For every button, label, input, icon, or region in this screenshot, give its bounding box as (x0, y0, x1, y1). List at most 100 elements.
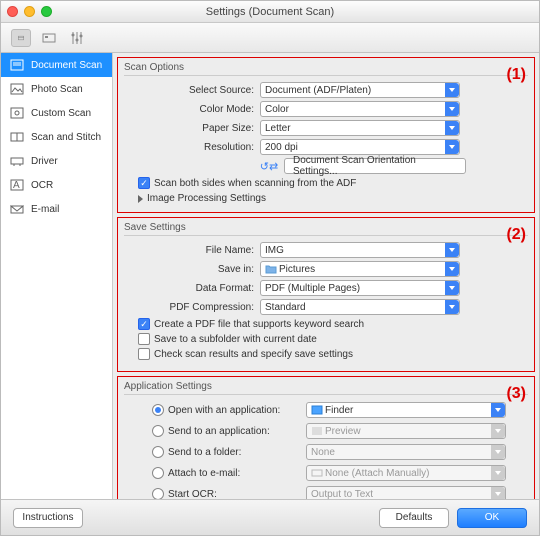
save-in-label: Save in: (124, 264, 254, 275)
toolbar (1, 23, 539, 53)
sidebar-item-label: Document Scan (31, 60, 102, 71)
image-processing-disclosure[interactable]: Image Processing Settings (138, 193, 528, 204)
section-marker: (1) (506, 66, 526, 84)
sidebar-item-label: E-mail (31, 204, 59, 215)
defaults-button[interactable]: Defaults (379, 508, 449, 528)
radio-icon (152, 425, 164, 437)
pdf-compression-dropdown[interactable]: Standard (260, 299, 460, 315)
chevron-down-icon (445, 243, 459, 257)
file-name-input[interactable]: IMG (260, 242, 460, 258)
checkbox-icon (138, 318, 150, 330)
titlebar: Settings (Document Scan) (1, 1, 539, 23)
driver-icon (9, 154, 25, 168)
checkbox-icon (138, 348, 150, 360)
select-source-dropdown[interactable]: Document (ADF/Platen) (260, 82, 460, 98)
minimize-icon[interactable] (24, 6, 35, 17)
custom-icon (9, 106, 25, 120)
subfolder-checkbox[interactable]: Save to a subfolder with current date (138, 333, 528, 345)
sidebar-item-driver[interactable]: Driver (1, 149, 112, 173)
sidebar-item-custom-scan[interactable]: Custom Scan (1, 101, 112, 125)
section-title: Application Settings (124, 381, 528, 395)
orientation-settings-button[interactable]: Document Scan Orientation Settings... (284, 158, 466, 174)
radio-icon (152, 488, 164, 499)
data-format-dropdown[interactable]: PDF (Multiple Pages) (260, 280, 460, 296)
triangle-right-icon (138, 195, 143, 203)
sidebar-item-scan-stitch[interactable]: Scan and Stitch (1, 125, 112, 149)
color-mode-label: Color Mode: (124, 104, 254, 115)
start-ocr-dropdown: Output to Text (306, 486, 506, 499)
ok-button[interactable]: OK (457, 508, 527, 528)
send-folder-radio[interactable]: Send to a folder: (138, 446, 298, 458)
resolution-label: Resolution: (124, 142, 254, 153)
scan-from-computer-tab[interactable] (11, 29, 31, 47)
attach-email-dropdown: None (Attach Manually) (306, 465, 506, 481)
ocr-icon: A (9, 178, 25, 192)
radio-icon (152, 467, 164, 479)
sidebar-item-ocr[interactable]: A OCR (1, 173, 112, 197)
section-marker: (2) (506, 226, 526, 244)
pdf-compression-label: PDF Compression: (124, 302, 254, 313)
open-with-radio[interactable]: Open with an application: (138, 404, 298, 416)
section-title: Save Settings (124, 222, 528, 236)
radio-icon (152, 404, 164, 416)
keyword-search-checkbox[interactable]: Create a PDF file that supports keyword … (138, 318, 528, 330)
paper-size-label: Paper Size: (124, 123, 254, 134)
stitch-icon (9, 130, 25, 144)
folder-icon (265, 264, 277, 274)
paper-size-dropdown[interactable]: Letter (260, 120, 460, 136)
start-ocr-radio[interactable]: Start OCR: (138, 488, 298, 499)
svg-text:A: A (13, 180, 20, 191)
sidebar-item-label: Custom Scan (31, 108, 91, 119)
sidebar-item-label: OCR (31, 180, 53, 191)
finder-icon (311, 405, 323, 415)
application-settings-section: (3) Application Settings Open with an ap… (117, 376, 535, 499)
close-icon[interactable] (7, 6, 18, 17)
send-app-radio[interactable]: Send to an application: (138, 425, 298, 437)
send-folder-dropdown: None (306, 444, 506, 460)
section-title: Scan Options (124, 62, 528, 76)
sidebar-item-email[interactable]: E-mail (1, 197, 112, 221)
save-in-dropdown[interactable]: Pictures (260, 261, 460, 277)
sidebar-item-photo-scan[interactable]: Photo Scan (1, 77, 112, 101)
chevron-down-icon (445, 262, 459, 276)
chevron-down-icon (491, 403, 505, 417)
mail-icon (311, 468, 323, 478)
color-mode-dropdown[interactable]: Color (260, 101, 460, 117)
chevron-down-icon (491, 445, 505, 459)
attach-email-radio[interactable]: Attach to e-mail: (138, 467, 298, 479)
document-icon (9, 58, 25, 72)
chevron-down-icon (491, 424, 505, 438)
sidebar-item-label: Photo Scan (31, 84, 83, 95)
check-results-checkbox[interactable]: Check scan results and specify save sett… (138, 348, 528, 360)
chevron-down-icon (445, 121, 459, 135)
instructions-button[interactable]: Instructions (13, 508, 83, 528)
content: (1) Scan Options Select Source: Document… (113, 53, 539, 499)
file-name-label: File Name: (124, 245, 254, 256)
settings-window: Settings (Document Scan) Document Scan P… (0, 0, 540, 536)
refresh-icon[interactable]: ↺⇄ (260, 159, 278, 173)
zoom-icon[interactable] (41, 6, 52, 17)
scan-from-panel-tab[interactable] (39, 29, 59, 47)
scan-options-section: (1) Scan Options Select Source: Document… (117, 57, 535, 213)
data-format-label: Data Format: (124, 283, 254, 294)
save-settings-section: (2) Save Settings File Name: IMG Save in… (117, 217, 535, 372)
section-marker: (3) (506, 385, 526, 403)
resolution-dropdown[interactable]: 200 dpi (260, 139, 460, 155)
select-source-label: Select Source: (124, 85, 254, 96)
sidebar-item-document-scan[interactable]: Document Scan (1, 53, 112, 77)
sidebar: Document Scan Photo Scan Custom Scan Sca… (1, 53, 113, 499)
chevron-down-icon (491, 487, 505, 499)
window-title: Settings (Document Scan) (1, 6, 539, 18)
checkbox-icon (138, 177, 150, 189)
window-controls (7, 6, 52, 17)
open-with-dropdown[interactable]: Finder (306, 402, 506, 418)
send-app-dropdown: Preview (306, 423, 506, 439)
chevron-down-icon (445, 102, 459, 116)
both-sides-checkbox[interactable]: Scan both sides when scanning from the A… (138, 177, 528, 189)
general-settings-tab[interactable] (67, 29, 87, 47)
photo-icon (9, 82, 25, 96)
chevron-down-icon (445, 83, 459, 97)
chevron-down-icon (445, 140, 459, 154)
chevron-down-icon (445, 281, 459, 295)
chevron-down-icon (445, 300, 459, 314)
